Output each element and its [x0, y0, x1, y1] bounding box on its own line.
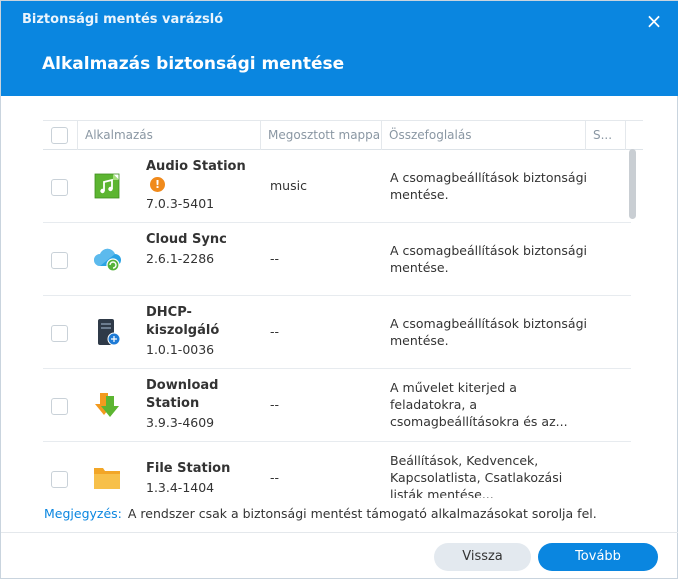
footer-divider — [1, 532, 678, 533]
table-row[interactable]: Audio Station ! 7.0.3-5401 music A csoma… — [43, 150, 631, 223]
column-header-shared-folder[interactable]: Megosztott mappa — [263, 121, 381, 150]
dhcp-server-icon — [98, 319, 121, 346]
table-row[interactable]: File Station 1.3.4-1404 -- Beállítások, … — [43, 442, 631, 498]
audio-station-icon — [94, 173, 120, 199]
note-text: A rendszer csak a biztonsági mentést tám… — [127, 506, 597, 521]
warning-icon[interactable]: ! — [150, 177, 165, 192]
dialog-header: Biztonsági mentés varázsló × Alkalmazás … — [1, 1, 678, 96]
app-name: Audio Station — [146, 159, 246, 174]
backup-wizard-dialog: Biztonsági mentés varázsló × Alkalmazás … — [0, 0, 678, 579]
app-version: 1.0.1-0036 — [146, 342, 215, 357]
step-title: Alkalmazás biztonsági mentése — [42, 54, 345, 74]
summary-text: Beállítások, Kedvencek, Kapcsolatlista, … — [390, 453, 563, 498]
summary-text: A művelet kiterjed a feladatokra, a csom… — [390, 380, 568, 429]
app-name: File Station — [146, 461, 231, 476]
shared-folder: music — [270, 178, 307, 193]
app-version: 2.6.1-2286 — [146, 251, 215, 266]
download-station-icon — [95, 393, 119, 417]
close-button[interactable]: × — [642, 9, 666, 33]
application-table: Alkalmazás Megosztott mappa Összefoglalá… — [43, 120, 643, 498]
shared-folder: -- — [270, 397, 280, 412]
note-label: Megjegyzés: — [44, 506, 122, 521]
select-all-checkbox[interactable] — [51, 127, 68, 144]
column-divider — [77, 121, 78, 150]
summary-text: A csomagbeállítások biztonsági mentése. — [390, 170, 587, 202]
app-name: Download Station — [146, 378, 219, 411]
row-checkbox[interactable] — [51, 471, 68, 488]
column-divider — [585, 121, 586, 150]
file-station-icon — [94, 468, 120, 489]
table-header: Alkalmazás Megosztott mappa Összefoglalá… — [43, 120, 643, 150]
column-divider — [260, 121, 261, 150]
table-row[interactable]: DHCP-kiszolgáló 1.0.1-0036 -- A csomagbe… — [43, 296, 631, 369]
row-checkbox[interactable] — [51, 325, 68, 342]
column-divider — [625, 121, 626, 150]
row-checkbox[interactable] — [51, 179, 68, 196]
column-header-summary[interactable]: Összefoglalás — [384, 121, 584, 150]
app-version: 3.9.3-4609 — [146, 415, 215, 430]
cloud-sync-icon — [94, 248, 121, 272]
column-divider — [381, 121, 382, 150]
summary-text: A csomagbeállítások biztonsági mentése. — [390, 316, 587, 348]
table-row[interactable]: Download Station 3.9.3-4609 -- A művelet… — [43, 369, 631, 442]
shared-folder: -- — [270, 470, 280, 485]
back-button[interactable]: Vissza — [434, 543, 531, 571]
table-scrollbar[interactable] — [629, 149, 636, 219]
column-header-application[interactable]: Alkalmazás — [80, 121, 260, 150]
next-button[interactable]: Tovább — [538, 543, 658, 571]
app-version: 1.3.4-1404 — [146, 480, 215, 495]
table-row[interactable]: Cloud Sync 2.6.1-2286 -- A csomagbeállít… — [43, 223, 631, 296]
row-checkbox[interactable] — [51, 398, 68, 415]
app-name: Cloud Sync — [146, 232, 227, 247]
window-title: Biztonsági mentés varázsló — [22, 12, 224, 27]
summary-text: A csomagbeállítások biztonsági mentése. — [390, 243, 587, 275]
row-checkbox[interactable] — [51, 252, 68, 269]
close-icon: × — [645, 9, 663, 33]
column-header-status[interactable]: S... — [588, 121, 624, 150]
app-name: DHCP-kiszolgáló — [146, 305, 220, 338]
app-version: 7.0.3-5401 — [146, 196, 215, 211]
note: Megjegyzés: A rendszer csak a biztonsági … — [44, 506, 597, 521]
shared-folder: -- — [270, 251, 280, 266]
shared-folder: -- — [270, 324, 280, 339]
